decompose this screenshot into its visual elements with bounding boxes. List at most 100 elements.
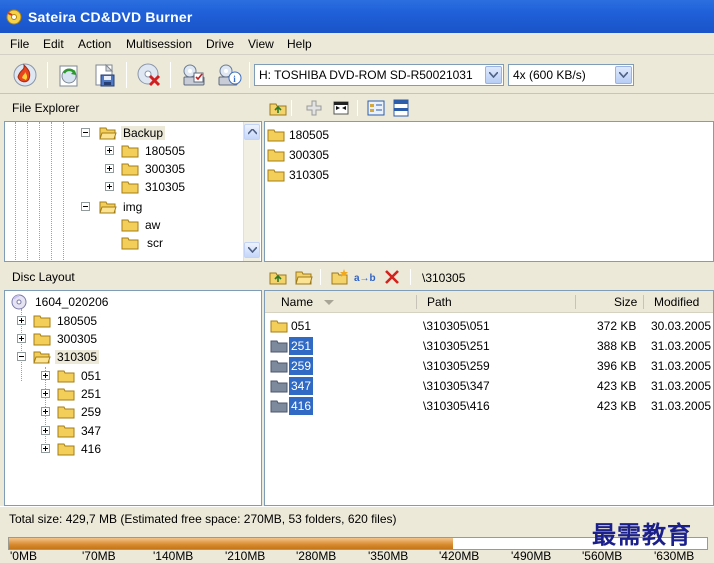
rename-icon[interactable]: a→b: [354, 270, 376, 284]
menu-action[interactable]: Action: [78, 37, 111, 51]
scale-label: '560MB: [582, 549, 623, 563]
tree-item-051[interactable]: 051: [5, 367, 235, 385]
table-row[interactable]: 259 \310305\259 396 KB 31.03.2005: [265, 356, 713, 376]
tree-item-310305[interactable]: 310305: [5, 348, 235, 366]
folder-open-icon: [99, 127, 117, 140]
table-row[interactable]: 051 \310305\051 372 KB 30.03.2005: [265, 316, 713, 336]
tree-item-259[interactable]: 259: [5, 403, 235, 421]
row-path: \310305\051: [423, 319, 490, 333]
folder-open-icon: [33, 351, 51, 364]
folder-up-icon[interactable]: [269, 100, 287, 116]
expand-icon[interactable]: [105, 182, 114, 191]
disc-layout-list[interactable]: Name Path Size Modified 051 \310305\051 …: [264, 290, 714, 506]
tree-item-label: scr: [147, 236, 163, 250]
expand-icon[interactable]: [41, 389, 50, 398]
list-item[interactable]: 180505: [267, 126, 387, 144]
disc-layout-tree[interactable]: 1604_020206 180505 300305 310305 051 251…: [4, 290, 262, 506]
list-item[interactable]: 310305: [267, 166, 387, 184]
tree-item-label: 347: [81, 424, 102, 438]
scroll-down-icon[interactable]: [244, 242, 260, 258]
expand-icon[interactable]: [41, 371, 50, 380]
view-details-icon[interactable]: [367, 99, 385, 117]
list-item[interactable]: 300305: [267, 146, 387, 164]
drive-select-value: H: TOSHIBA DVD-ROM SD-R50021031: [259, 68, 473, 82]
file-explorer-list[interactable]: 180505 300305 310305: [264, 121, 714, 262]
tree-item-backup[interactable]: Backup: [5, 124, 235, 142]
folder-open-icon[interactable]: [295, 269, 313, 285]
scale-label: '420MB: [439, 549, 480, 563]
drive-properties-icon[interactable]: [179, 61, 207, 89]
save-project-icon[interactable]: [91, 61, 119, 89]
expand-icon[interactable]: [41, 407, 50, 416]
row-name: 251: [289, 337, 314, 355]
menu-bar: File Edit Action Multisession Drive View…: [0, 33, 714, 55]
menu-help[interactable]: Help: [287, 37, 312, 51]
column-name[interactable]: Name: [281, 295, 313, 309]
file-explorer-header: File Explorer: [0, 95, 262, 121]
row-modified: 31.03.2005: [651, 339, 712, 353]
menu-multisession[interactable]: Multisession: [126, 37, 192, 51]
menu-view[interactable]: View: [248, 37, 274, 51]
collapse-icon[interactable]: [17, 352, 26, 361]
tree-item-251[interactable]: 251: [5, 385, 235, 403]
burn-icon[interactable]: [11, 61, 39, 89]
tree-item-label: 416: [81, 442, 102, 456]
file-explorer-tree[interactable]: Backup 180505 300305 310305 img aw scr: [4, 121, 262, 262]
column-size[interactable]: Size: [614, 295, 637, 309]
current-path: \310305: [422, 271, 466, 285]
table-row[interactable]: 416 \310305\416 423 KB 31.03.2005: [265, 396, 713, 416]
row-modified: 31.03.2005: [651, 359, 712, 373]
menu-file[interactable]: File: [10, 37, 29, 51]
drive-select[interactable]: H: TOSHIBA DVD-ROM SD-R50021031: [254, 64, 504, 86]
collapse-icon[interactable]: [81, 128, 90, 137]
column-modified[interactable]: Modified: [654, 295, 699, 309]
tree-item-label: 180505: [57, 314, 98, 328]
new-folder-icon[interactable]: [331, 268, 349, 286]
menu-drive[interactable]: Drive: [206, 37, 234, 51]
tree-item-scr[interactable]: scr: [5, 234, 235, 252]
tree-item-label: 251: [81, 387, 102, 401]
disc-info-icon[interactable]: i: [215, 61, 243, 89]
add-icon[interactable]: [305, 99, 323, 117]
tree-item-180505[interactable]: 180505: [5, 312, 235, 330]
row-name: 347: [289, 377, 314, 395]
expand-icon[interactable]: [41, 426, 50, 435]
folder-icon: [270, 380, 288, 393]
tree-item-label: img: [123, 200, 143, 214]
row-name: 051: [291, 319, 312, 333]
add-to-disc-icon[interactable]: [332, 99, 350, 117]
folder-icon: [57, 425, 75, 438]
chevron-down-icon[interactable]: [485, 66, 502, 84]
table-row[interactable]: 251 \310305\251 388 KB 31.03.2005: [265, 336, 713, 356]
speed-select[interactable]: 4x (600 KB/s): [508, 64, 634, 86]
column-path[interactable]: Path: [427, 295, 452, 309]
expand-icon[interactable]: [17, 316, 26, 325]
tree-item-310305[interactable]: 310305: [5, 178, 235, 196]
disc-layout-toolbar: a→b \310305: [264, 264, 714, 290]
tree-scrollbar[interactable]: [243, 122, 260, 261]
tree-item-img[interactable]: img: [5, 198, 235, 216]
tree-item-416[interactable]: 416: [5, 440, 235, 458]
tree-item-347[interactable]: 347: [5, 422, 235, 440]
view-split-icon[interactable]: [392, 99, 410, 117]
scroll-up-icon[interactable]: [244, 124, 260, 140]
refresh-disc-icon[interactable]: [55, 61, 83, 89]
table-row[interactable]: 347 \310305\347 423 KB 31.03.2005: [265, 376, 713, 396]
erase-disc-icon[interactable]: [135, 61, 163, 89]
folder-up-icon[interactable]: [269, 269, 287, 285]
tree-item-aw[interactable]: aw: [5, 216, 235, 234]
tree-item-300305[interactable]: 300305: [5, 330, 235, 348]
delete-icon[interactable]: [384, 269, 400, 285]
tree-item-300305[interactable]: 300305: [5, 160, 235, 178]
expand-icon[interactable]: [41, 444, 50, 453]
tree-item-label: 310305: [55, 350, 100, 364]
tree-item-180505[interactable]: 180505: [5, 142, 235, 160]
tree-item-disc-root[interactable]: 1604_020206: [5, 293, 235, 311]
expand-icon[interactable]: [17, 334, 26, 343]
expand-icon[interactable]: [105, 146, 114, 155]
collapse-icon[interactable]: [81, 202, 90, 211]
chevron-down-icon[interactable]: [615, 66, 632, 84]
menu-edit[interactable]: Edit: [43, 37, 64, 51]
file-explorer-label: File Explorer: [12, 101, 80, 115]
expand-icon[interactable]: [105, 164, 114, 173]
